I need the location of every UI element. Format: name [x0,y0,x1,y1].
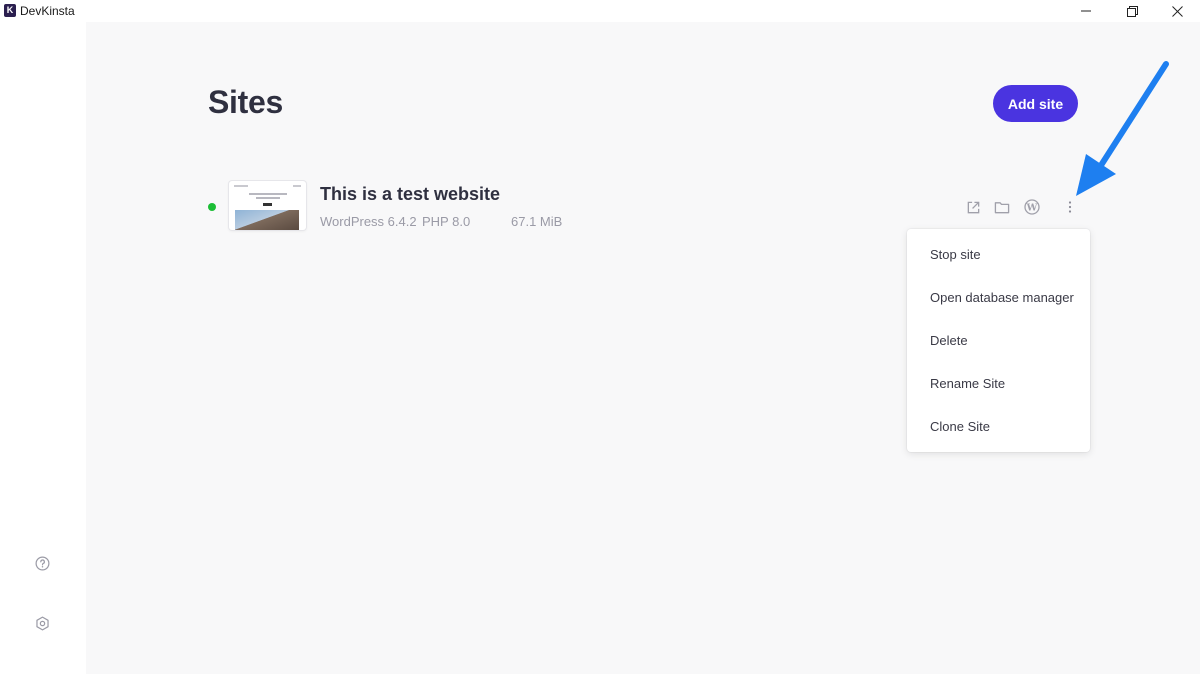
close-window-button[interactable] [1157,0,1197,22]
site-wordpress-version: WordPress 6.4.2 [320,214,417,229]
menu-item-delete[interactable]: Delete [930,333,968,348]
menu-item-clone-site[interactable]: Clone Site [930,419,990,434]
wp-admin-button[interactable]: W [1023,198,1041,216]
maximize-icon [1126,5,1138,17]
site-status-indicator [208,203,216,211]
sidebar [0,22,86,674]
folder-icon [994,201,1010,213]
menu-item-rename-site[interactable]: Rename Site [930,376,1005,391]
settings-button[interactable] [34,615,50,631]
site-size: 67.1 MiB [511,214,563,229]
thumbnail-nav-right [293,185,301,187]
menu-item-open-database-manager[interactable]: Open database manager [930,290,1074,305]
add-site-button[interactable]: Add site [993,85,1078,122]
site-php-version: PHP 8.0 [422,214,471,229]
thumbnail-button [263,203,272,206]
external-link-icon [967,201,979,213]
more-options-button[interactable] [1061,198,1079,216]
app-title: DevKinsta [20,4,75,18]
help-button[interactable] [34,555,50,571]
menu-item-stop-site[interactable]: Stop site [930,247,981,262]
site-options-menu: Stop site Open database manager Delete R… [907,229,1090,452]
main-content: Sites Add site This is a test website Wo… [86,22,1200,674]
thumbnail-subheading [256,197,280,199]
wordpress-icon: W [1024,199,1040,215]
annotation-arrow-icon [1076,61,1169,196]
settings-gear-icon [35,616,49,630]
help-icon [35,556,49,570]
thumbnail-heading [249,193,287,195]
site-name[interactable]: This is a test website [320,184,500,205]
page-title: Sites [208,84,283,120]
minimize-button[interactable] [1066,0,1106,22]
title-bar: K DevKinsta [0,0,1200,22]
thumbnail-nav [234,185,248,187]
close-icon [1171,5,1183,17]
open-site-button[interactable] [964,198,982,216]
maximize-button[interactable] [1112,0,1152,22]
site-thumbnail[interactable] [229,181,306,230]
open-folder-button[interactable] [993,198,1011,216]
app-logo-icon: K [4,4,16,17]
svg-text:W: W [1026,202,1038,213]
minimize-icon [1081,10,1091,12]
more-vertical-icon [1068,201,1072,213]
thumbnail-image [235,210,299,230]
